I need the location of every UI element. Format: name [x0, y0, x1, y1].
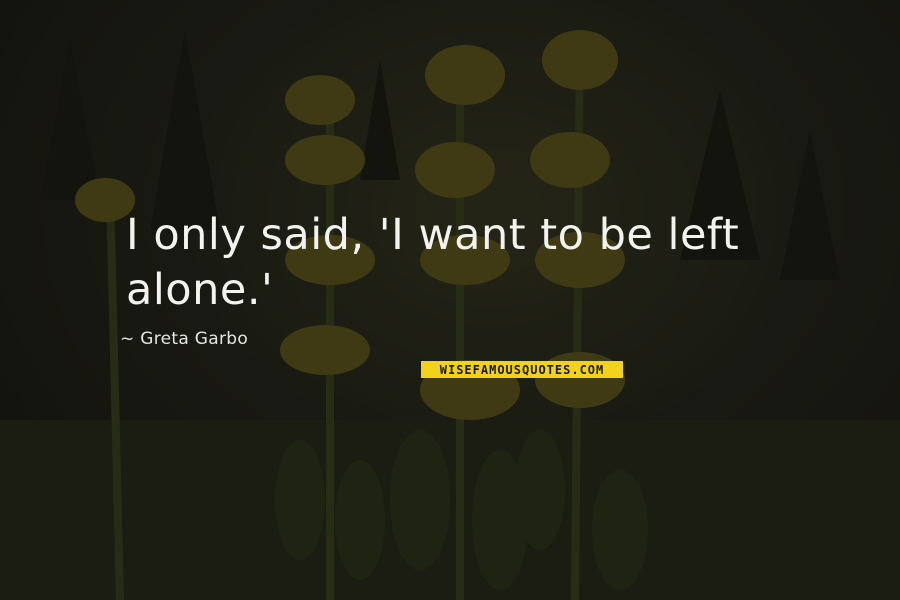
site-logo: WISEFAMOUSQUOTES.COM: [421, 361, 623, 378]
quote-text: I only said, 'I want to be left alone.': [126, 210, 740, 315]
site-logo-text: WISEFAMOUSQUOTES.COM: [439, 362, 605, 377]
quote-author: ~ Greta Garbo: [120, 329, 249, 349]
quote-image: I only said, 'I want to be left alone.' …: [0, 0, 900, 600]
